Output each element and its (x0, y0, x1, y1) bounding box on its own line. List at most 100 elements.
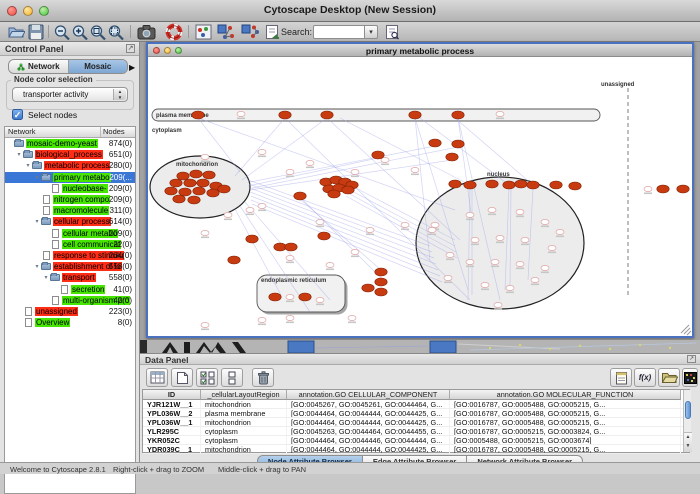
network-node-selected[interactable] (375, 268, 387, 276)
network-node-small[interactable] (496, 235, 504, 240)
network-node-selected[interactable] (274, 243, 286, 251)
network-node-small[interactable] (366, 227, 374, 232)
network-node-selected[interactable] (203, 171, 215, 179)
network-tree-row[interactable]: ▾biological_process651(0) (5, 149, 135, 160)
layout-network-b-button[interactable] (240, 23, 260, 41)
network-node-small[interactable] (201, 230, 209, 235)
expand-arrow-icon[interactable]: ▾ (42, 274, 50, 281)
network-node-small[interactable] (428, 227, 436, 232)
network-node-small[interactable] (516, 209, 524, 214)
attribute-batch-button[interactable] (221, 368, 243, 387)
zoom-selected-button[interactable] (88, 23, 108, 41)
table-row[interactable]: YPL036W__1mitochondrion[GO:0044464, GO:0… (143, 418, 689, 427)
expand-arrow-icon[interactable]: ▾ (33, 174, 41, 181)
tab-mosaic[interactable]: Mosaic (69, 60, 128, 73)
network-node-selected[interactable] (449, 180, 461, 188)
network-node-selected[interactable] (677, 185, 689, 193)
network-node-small[interactable] (466, 259, 474, 264)
network-node-selected[interactable] (190, 170, 202, 178)
network-node-small[interactable] (201, 322, 209, 327)
network-window-titlebar[interactable]: primary metabolic process (148, 44, 692, 57)
column-go-cellular-component[interactable]: annotation.GO CELLULAR_COMPONENT (287, 390, 450, 400)
network-node-selected[interactable] (321, 111, 333, 119)
network-node-small[interactable] (201, 154, 209, 159)
network-node-selected[interactable] (207, 189, 219, 197)
network-node-small[interactable] (326, 262, 334, 267)
network-tree-row[interactable]: ▾transport558(0) (5, 272, 135, 283)
network-node-selected[interactable] (170, 179, 182, 187)
column-id[interactable]: ID (143, 390, 201, 400)
network-node-small[interactable] (541, 265, 549, 270)
network-view-window[interactable]: primary metabolic process plasma membran… (146, 42, 694, 338)
background-window-titlebar[interactable] (288, 341, 314, 353)
create-attribute-button[interactable] (171, 368, 193, 387)
network-node-selected[interactable] (173, 195, 185, 203)
network-node-selected[interactable] (503, 181, 515, 189)
network-node-small[interactable] (444, 275, 452, 280)
network-node-selected[interactable] (285, 243, 297, 251)
search-input[interactable] (313, 25, 365, 39)
tree-column-nodes[interactable]: Nodes (101, 127, 135, 137)
network-node-selected[interactable] (657, 185, 669, 193)
network-node-small[interactable] (506, 285, 514, 290)
network-node-small[interactable] (466, 212, 474, 217)
table-row[interactable]: YDR039C__1mitochondrion[GO:0044464, GO:0… (143, 445, 689, 454)
float-panel-icon[interactable]: ↗ (126, 44, 135, 53)
delete-attribute-button[interactable] (252, 368, 274, 387)
network-tree-row[interactable]: nucleobase-209(0) (5, 183, 135, 194)
network-node-selected[interactable] (569, 182, 581, 190)
column-cellular-layout-region[interactable]: _cellularLayoutRegion (201, 390, 287, 400)
network-node-selected[interactable] (515, 180, 527, 188)
snapshot-button[interactable] (136, 23, 156, 41)
network-node-small[interactable] (286, 315, 294, 320)
table-row[interactable]: YLR295Ccytoplasm[GO:0045263, GO:0044464,… (143, 427, 689, 436)
function-builder-button[interactable]: f(x) (634, 368, 656, 387)
network-node-selected[interactable] (362, 284, 374, 292)
network-node-selected[interactable] (550, 181, 562, 189)
network-node-small[interactable] (258, 203, 266, 208)
network-node-small[interactable] (258, 317, 266, 322)
network-node-selected[interactable] (218, 185, 230, 193)
zoom-in-button[interactable] (70, 23, 90, 41)
search-options-button[interactable] (382, 23, 402, 41)
network-node-selected[interactable] (527, 181, 539, 189)
network-node-small[interactable] (224, 212, 232, 217)
network-node-selected[interactable] (177, 172, 189, 180)
network-node-selected[interactable] (375, 288, 387, 296)
network-node-selected[interactable] (294, 192, 306, 200)
network-node-small[interactable] (351, 249, 359, 254)
network-tree-row[interactable]: ▾cellular process614(0) (5, 216, 135, 227)
table-row[interactable]: YJR121W__1mitochondrion[GO:0045267, GO:0… (143, 400, 689, 409)
network-tree-row[interactable]: mosaic-demo-yeast874(0) (5, 138, 135, 149)
network-node-small[interactable] (286, 255, 294, 260)
network-node-selected[interactable] (452, 111, 464, 119)
network-node-selected[interactable] (375, 278, 387, 286)
network-node-selected[interactable] (328, 190, 340, 198)
network-node-small[interactable] (548, 245, 556, 250)
network-node-small[interactable] (494, 302, 502, 307)
network-node-small[interactable] (516, 261, 524, 266)
network-node-selected[interactable] (446, 153, 458, 161)
network-node-small[interactable] (496, 111, 504, 116)
help-button[interactable] (164, 23, 184, 41)
select-nodes-checkbox[interactable]: ✓ (12, 109, 23, 120)
network-node-small[interactable] (411, 167, 419, 172)
network-tree-row[interactable]: unassigned223(0) (5, 306, 135, 317)
network-node-small[interactable] (488, 207, 496, 212)
attribute-matrix-button[interactable] (682, 368, 698, 387)
float-panel-icon[interactable]: ↗ (687, 355, 696, 363)
network-node-selected[interactable] (193, 187, 205, 195)
network-node-selected[interactable] (184, 179, 196, 187)
network-node-small[interactable] (644, 186, 652, 191)
zoom-out-button[interactable] (52, 23, 72, 41)
network-node-selected[interactable] (192, 111, 204, 119)
network-tree-row[interactable]: cell communicat22(0) (5, 239, 135, 250)
network-tree-row[interactable]: ▾primary metabo209(... (5, 172, 135, 183)
import-attributes-button[interactable] (658, 368, 680, 387)
network-node-selected[interactable] (409, 111, 421, 119)
network-tree-row[interactable]: response to stimulu264(0) (5, 250, 135, 261)
network-node-small[interactable] (431, 222, 439, 227)
network-tree-row[interactable]: ▾establishment of lo558(0) (5, 261, 135, 272)
network-node-selected[interactable] (179, 188, 191, 196)
export-network-button[interactable] (262, 23, 282, 41)
